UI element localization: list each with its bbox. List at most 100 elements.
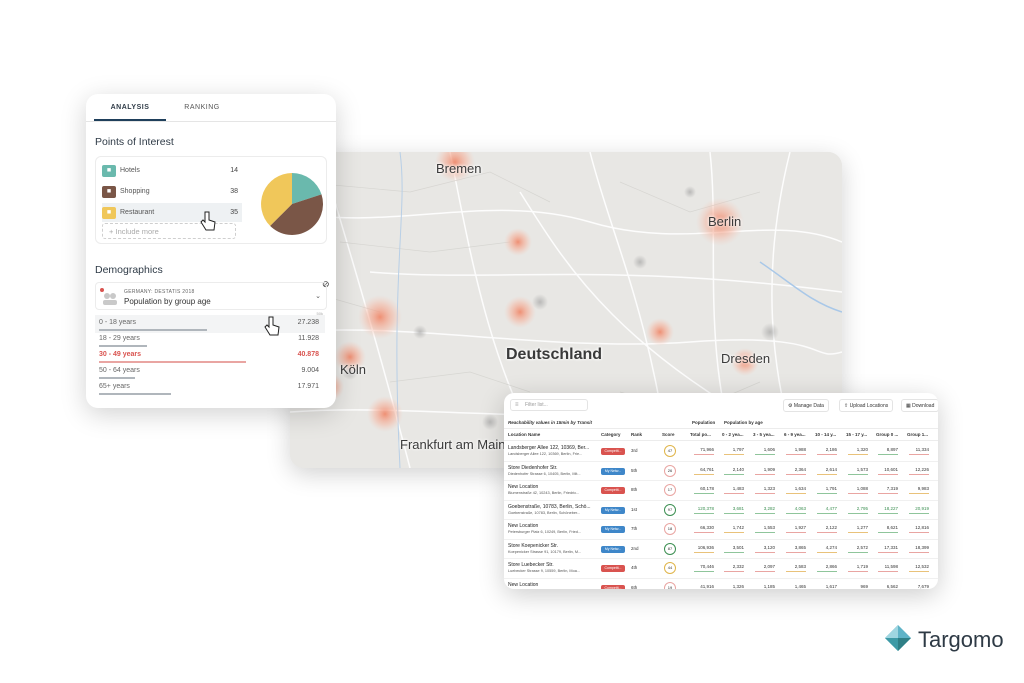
table-row[interactable]: Store Koepenicker Str. Koepenicker Strass… [504, 540, 938, 559]
age-value: 27.238 [297, 319, 319, 326]
column-header[interactable]: Group 1... [907, 432, 928, 437]
poi-row-restaurant[interactable]: ■ Restaurant 35 [102, 203, 242, 222]
column-header[interactable]: Location Name [508, 432, 540, 437]
value-underline [878, 493, 898, 494]
map-label-dresden: Dresden [721, 351, 771, 366]
rank-value: 4th [631, 565, 638, 570]
location-address: Luebecker Strasse 9, 10559, Berlin, Moa.… [508, 569, 580, 573]
value-underline [878, 512, 898, 514]
score-badge: 87 [664, 542, 676, 555]
cell-value: 11,334 [915, 447, 929, 452]
value-underline [755, 454, 775, 455]
location-address: Petersburger Platz 6, 10249, Berlin, Fri… [508, 530, 582, 534]
value-underline [817, 571, 837, 572]
value-underline [694, 454, 714, 455]
table-row[interactable]: Landsberger Allee 122, 10369, Ber... Land… [504, 442, 938, 462]
table-row[interactable]: New Location Blumenstraße 42, 10243, Berl… [504, 481, 938, 501]
manage-data-button[interactable]: ⚙ Manage Data [783, 399, 829, 412]
tab-ranking[interactable]: RANKING [166, 94, 238, 121]
tab-analysis[interactable]: ANALYSIS [94, 94, 166, 121]
cell-value: 18,227 [884, 505, 898, 511]
age-label: 50 - 64 years [99, 367, 140, 374]
value-underline [817, 512, 837, 514]
rank-value: 5th [631, 467, 638, 473]
demographics-dropdown[interactable]: GERMANY: DESTATIS 2018 Population by gro… [95, 282, 327, 310]
cutlery-icon: ■ [102, 206, 116, 219]
poi-row-hotels[interactable]: ■ Hotels 14 [102, 161, 242, 180]
cell-value: 2,140 [732, 466, 744, 472]
cell-value: 64,761 [700, 466, 714, 472]
cell-value: 2,332 [732, 564, 744, 569]
value-underline [909, 493, 929, 494]
column-header[interactable]: Total po... [690, 432, 711, 437]
map-label-bremen: Bremen [436, 161, 482, 176]
map-label-berlin: Berlin [708, 214, 742, 229]
people-icon [100, 288, 117, 305]
score-badge: 44 [664, 562, 676, 574]
column-header[interactable]: 6 - 9 yea... [784, 432, 806, 437]
value-underline [878, 551, 898, 553]
location-address: Landsberger Allee 122, 10369, Berlin, Fr… [508, 452, 583, 456]
table-row[interactable]: New Location Petersburger Platz 6, 10249,… [504, 520, 938, 540]
column-header[interactable]: 3 - 5 yea... [753, 432, 775, 437]
table-row[interactable]: Goebenstraße, 10783, Berlin, Schö... Goeb… [504, 501, 938, 520]
cell-value: 70,446 [700, 564, 714, 569]
location-name: Goebenstraße, 10783, Berlin, Schö... [508, 503, 591, 510]
age-row[interactable]: 65+ years 17.971 [95, 379, 325, 397]
filter-input[interactable]: ≡ Filter list... [510, 399, 588, 411]
column-header[interactable]: Category [601, 432, 621, 437]
brand-logo: Targomo [885, 625, 1004, 655]
download-button[interactable]: ▦ Download [901, 399, 938, 412]
bed-icon: ■ [102, 164, 116, 177]
value-underline [786, 473, 806, 475]
cell-value: 1,797 [732, 447, 744, 452]
column-header[interactable]: 0 - 2 yea... [722, 432, 744, 437]
value-underline [694, 512, 714, 514]
cell-value: 3,501 [732, 544, 744, 550]
location-name: Landsberger Allee 122, 10369, Ber... [508, 445, 590, 451]
poi-count: 38 [230, 188, 238, 195]
category-badge: Competit... [601, 487, 625, 494]
value-underline [786, 551, 806, 553]
value-underline [786, 571, 806, 572]
manage-data-label: Manage Data [793, 403, 824, 409]
age-value: 40.878 [297, 351, 319, 358]
cell-value: 3,681 [732, 505, 744, 511]
column-header[interactable]: 10 - 14 y... [815, 432, 836, 437]
locations-table-panel: ≡ Filter list... ⚙ Manage Data ⇧ Upload … [504, 393, 938, 589]
cell-value: 1,323 [763, 486, 775, 491]
value-underline [786, 532, 806, 533]
value-underline [724, 493, 744, 494]
column-header[interactable]: Rank [631, 432, 642, 437]
value-underline [878, 571, 898, 572]
value-underline [848, 571, 868, 572]
table-row[interactable]: New Location...ersburger Straße 30, 1011… [504, 579, 938, 590]
cell-value: 71,966 [700, 447, 714, 452]
location-address: ...ersburger Straße 30, 10117, Berlin... [508, 589, 596, 590]
poi-label: Shopping [120, 188, 150, 195]
table-row[interactable]: Store Luebecker Str. Luebecker Strasse 9,… [504, 559, 938, 579]
cell-value: 1,606 [763, 447, 775, 452]
cell-value: 2,364 [794, 466, 806, 472]
cell-value: 1,791 [825, 486, 837, 491]
table-row[interactable]: Store Diedenhofer Str. Diedenhofer Strass… [504, 462, 938, 481]
value-underline [848, 512, 868, 514]
cell-value: 1,320 [856, 447, 868, 452]
column-header[interactable]: 15 - 17 y... [846, 432, 867, 437]
targomo-logo-icon [885, 625, 911, 651]
column-header[interactable]: Group 0 ... [876, 432, 898, 437]
value-underline [817, 551, 837, 553]
category-badge: My Netw... [601, 526, 625, 533]
upload-locations-button[interactable]: ⇧ Upload Locations [839, 399, 894, 412]
value-underline [786, 512, 806, 514]
column-header[interactable]: Score [662, 432, 675, 437]
poi-row-shopping[interactable]: ■ Shopping 38 [102, 182, 242, 201]
table-note: Reachability values in 15min by Transit [508, 420, 592, 425]
age-value: 9.004 [301, 367, 319, 374]
value-underline [694, 493, 714, 494]
upload-icon: ⇧ [844, 403, 849, 409]
demographics-subtitle: Population by group age [124, 297, 211, 306]
value-underline [755, 493, 775, 494]
category-badge: My Netw... [601, 467, 625, 475]
cell-value: 2,097 [763, 564, 775, 569]
